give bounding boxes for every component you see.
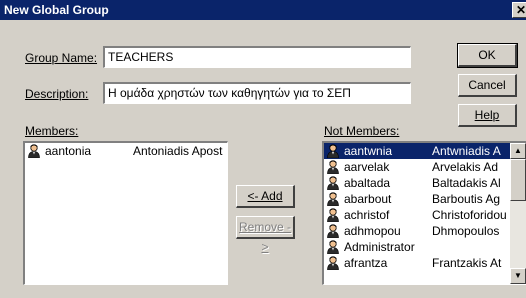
list-item[interactable]: aantonia Antoniadis Apost [25,143,227,159]
cancel-button[interactable]: Cancel [458,74,517,97]
not-member-full-name: Barboutis Ag [432,192,501,206]
not-member-account: aarvelak [344,160,390,174]
new-global-group-dialog: New Global Group ✕ Group Name: TEACHERS … [0,0,526,298]
not-members-listbox[interactable]: aantwnia Antwniadis A aarvelak Arvelakis… [322,141,526,285]
not-member-full-name: Arvelakis Ad [432,160,499,174]
not-member-full-name: Antwniadis A [432,144,501,158]
list-item[interactable]: adhmopou Dhmopoulos [324,223,526,239]
ok-button[interactable]: OK [457,43,518,68]
not-member-full-name: Christoforidou [432,208,507,222]
user-icon [326,256,342,270]
description-input[interactable]: Η ομάδα χρηστών των καθηγητών για το ΣΕΠ [103,82,411,104]
user-icon [326,240,342,254]
help-button[interactable]: Help [458,104,517,127]
member-full-name: Antoniadis Apost [133,144,223,158]
member-account: aantonia [45,144,92,158]
not-member-account: achristof [344,208,390,222]
not-members-label: Not Members: [324,124,400,138]
user-icon [326,144,342,158]
vertical-scrollbar[interactable]: ▲ ▼ [510,143,526,284]
remove-button[interactable]: Remove -> [236,216,295,254]
group-name-input[interactable]: TEACHERS [103,46,411,68]
list-item[interactable]: abarbout Barboutis Ag [324,191,526,207]
list-item[interactable]: abaltada Baltadakis Al [324,175,526,191]
scroll-thumb[interactable] [510,159,526,201]
not-members-rows: aantwnia Antwniadis A aarvelak Arvelakis… [324,143,526,271]
not-member-full-name: Frantzakis At [432,256,502,270]
user-icon [27,144,43,158]
add-button[interactable]: <- Add [236,185,295,208]
user-icon [326,224,342,238]
list-item[interactable]: aantwnia Antwniadis A [324,143,526,159]
not-member-account: abaltada [344,176,391,190]
not-member-account: afrantza [344,256,388,270]
not-member-account: aantwnia [344,144,393,158]
members-listbox[interactable]: aantonia Antoniadis Apost [23,141,228,285]
not-member-full-name: Dhmopoulos [432,224,500,238]
user-icon [326,208,342,222]
close-button[interactable]: ✕ [512,2,526,18]
user-icon [326,176,342,190]
close-icon: ✕ [515,3,526,17]
not-member-account: Administrator [344,240,415,254]
list-item[interactable]: afrantza Frantzakis At [324,255,526,271]
members-label: Members: [25,124,79,138]
title-bar[interactable]: New Global Group ✕ [0,0,526,20]
list-item[interactable]: aarvelak Arvelakis Ad [324,159,526,175]
description-label: Description: [25,87,89,101]
scroll-up-icon[interactable]: ▲ [510,143,526,159]
user-icon [326,160,342,174]
user-icon [326,192,342,206]
group-name-label: Group Name: [25,51,98,65]
dialog-title: New Global Group [4,3,109,17]
scroll-down-icon[interactable]: ▼ [510,268,526,284]
not-member-full-name: Baltadakis Al [432,176,501,190]
not-member-account: abarbout [344,192,392,206]
not-member-account: adhmopou [344,224,401,238]
list-item[interactable]: Administrator [324,239,526,255]
list-item[interactable]: achristof Christoforidou [324,207,526,223]
